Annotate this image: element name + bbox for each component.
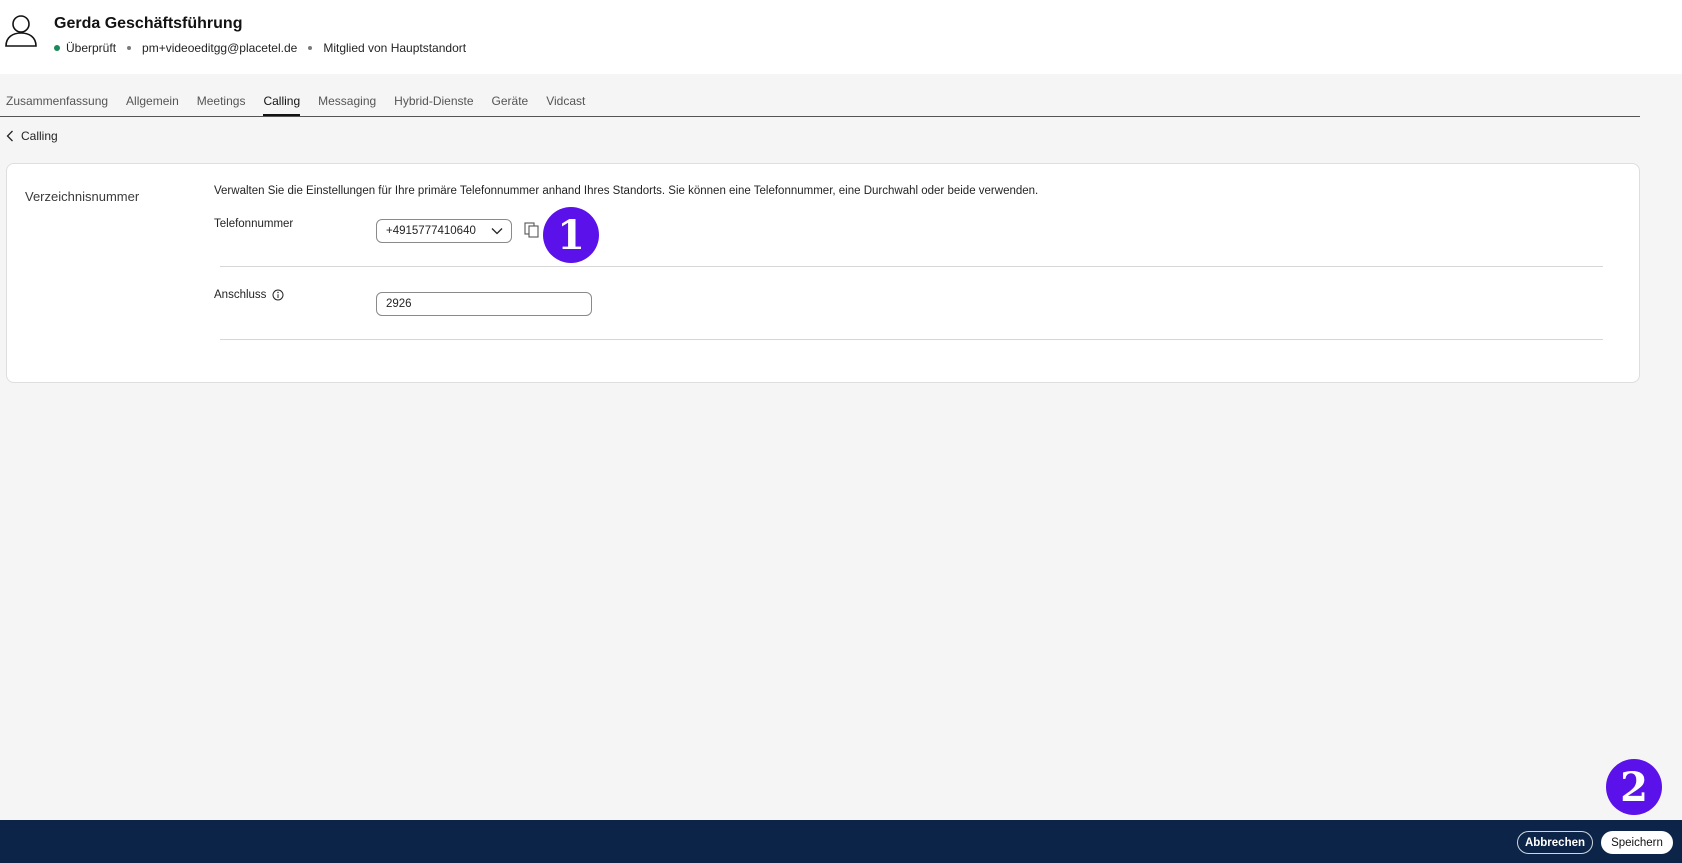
- user-header: Gerda Geschäftsführung Überprüft pm+vide…: [0, 0, 1682, 74]
- user-avatar-icon: [5, 15, 37, 47]
- info-icon[interactable]: [272, 289, 284, 301]
- tab-hybrid-dienste[interactable]: Hybrid-Dienste: [394, 94, 473, 116]
- tab-zusammenfassung[interactable]: Zusammenfassung: [6, 94, 108, 116]
- phone-number-value: +4915777410640: [386, 225, 476, 237]
- tab-geraete[interactable]: Geräte: [492, 94, 529, 116]
- back-link[interactable]: Calling: [6, 129, 58, 143]
- user-membership: Mitglied von Hauptstandort: [323, 41, 467, 55]
- tab-bar: Zusammenfassung Allgemein Meetings Calli…: [0, 94, 1640, 117]
- action-footer: Abbrechen Speichern: [0, 820, 1682, 863]
- tab-meetings[interactable]: Meetings: [197, 94, 246, 116]
- phone-number-label-text: Telefonnummer: [214, 218, 294, 230]
- copy-icon[interactable]: [524, 222, 539, 238]
- user-name: Gerda Geschäftsführung: [54, 15, 243, 32]
- cancel-button[interactable]: Abbrechen: [1517, 831, 1593, 854]
- status-dot: [54, 45, 60, 51]
- extension-label: Anschluss: [214, 289, 284, 301]
- user-email: pm+videoeditgg@placetel.de: [142, 41, 298, 55]
- extension-input[interactable]: [376, 292, 592, 316]
- tab-messaging[interactable]: Messaging: [318, 94, 376, 116]
- chevron-left-icon: [6, 130, 13, 142]
- step-marker-2: 2: [1606, 759, 1662, 815]
- directory-number-card: Verzeichnisnummer Verwalten Sie die Eins…: [6, 163, 1640, 383]
- separator-dot: [127, 46, 132, 50]
- tab-calling[interactable]: Calling: [263, 94, 301, 116]
- divider: [220, 339, 1603, 340]
- divider: [220, 266, 1603, 267]
- tab-vidcast[interactable]: Vidcast: [546, 94, 585, 116]
- section-title: Verzeichnisnummer: [25, 189, 140, 204]
- extension-label-text: Anschluss: [214, 289, 267, 301]
- separator-dot: [308, 46, 313, 50]
- phone-number-label: Telefonnummer: [214, 218, 293, 230]
- phone-number-select[interactable]: +4915777410640: [376, 219, 512, 243]
- step-marker-1: 1: [543, 207, 599, 263]
- status-text: Überprüft: [66, 41, 117, 55]
- section-description: Verwalten Sie die Einstellungen für Ihre…: [214, 185, 1039, 197]
- user-meta: Überprüft pm+videoeditgg@placetel.de Mit…: [54, 41, 466, 55]
- chevron-down-icon: [491, 228, 503, 235]
- back-label: Calling: [21, 129, 58, 143]
- save-button[interactable]: Speichern: [1601, 831, 1673, 854]
- tab-allgemein[interactable]: Allgemein: [126, 94, 179, 116]
